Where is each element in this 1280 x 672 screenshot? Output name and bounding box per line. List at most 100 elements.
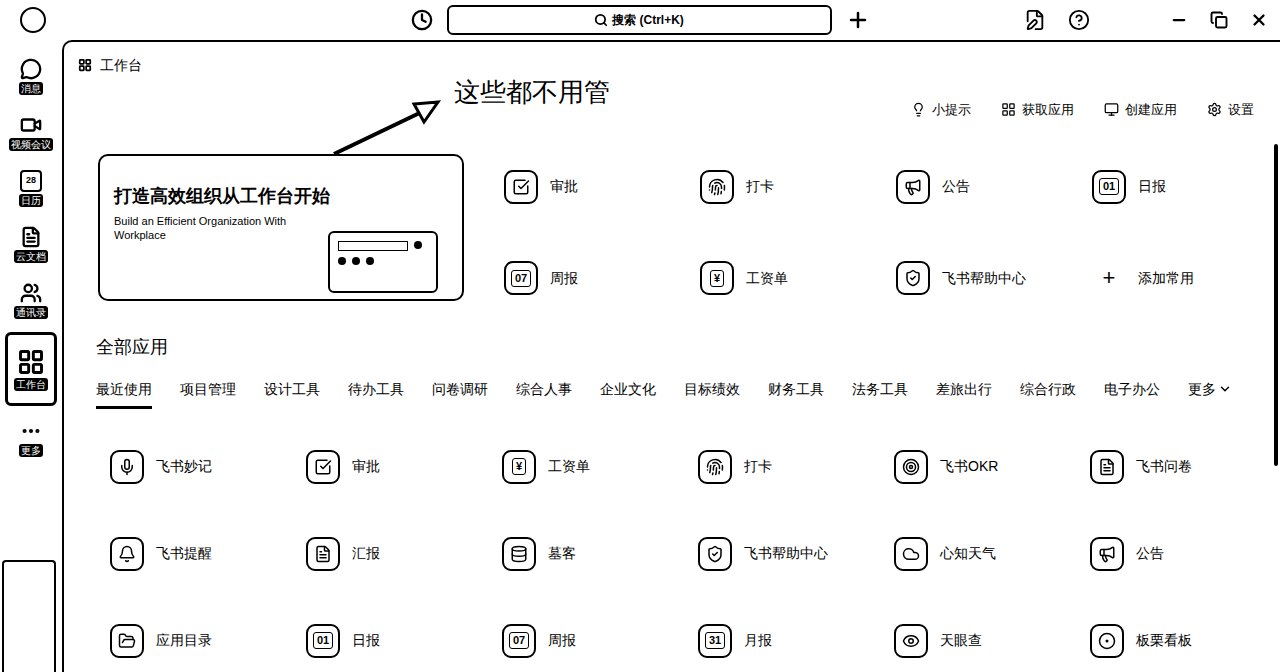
sidebar-item[interactable]: 28日历 — [5, 160, 57, 216]
workbench-panel: 工作台小提示 获取应用 创建应用 设置打造高效组织从工作台开始Build an Eff… — [62, 40, 1280, 672]
category-tab[interactable]: 差旅出行 — [936, 379, 992, 409]
sidebar-item-icon — [20, 420, 42, 442]
app-icon — [896, 170, 930, 204]
app-icon — [700, 170, 734, 204]
category-tab[interactable]: 企业文化 — [600, 379, 656, 409]
category-tab[interactable]: 电子办公 — [1104, 379, 1160, 409]
app-item[interactable]: 飞书帮助中心 — [896, 256, 1092, 301]
app-item[interactable]: 飞书妙记 — [110, 447, 306, 487]
sidebar-item[interactable]: 工作台 — [5, 332, 57, 406]
app-icon — [894, 624, 928, 658]
app-item[interactable]: 飞书问卷 — [1090, 447, 1280, 487]
app-icon — [698, 537, 732, 571]
toolbar-button[interactable]: 设置 — [1207, 100, 1254, 120]
category-tab[interactable]: 最近使用 — [96, 379, 152, 409]
app-item[interactable]: 07周报 — [504, 256, 700, 301]
search-box[interactable]: 搜索 (Ctrl+K) — [447, 5, 832, 35]
app-icon — [698, 450, 732, 484]
app-item[interactable]: 飞书OKR — [894, 447, 1090, 487]
annotation-arrow-icon — [64, 42, 564, 172]
calendar-icon: 28 — [20, 170, 42, 192]
banner[interactable]: 打造高效组织从工作台开始Build an Efficient Organizat… — [98, 154, 464, 301]
toolbar-button[interactable]: 创建应用 — [1104, 100, 1177, 120]
page-header: 工作台 — [78, 54, 1248, 76]
app-icon — [110, 537, 144, 571]
thumbnail[interactable] — [2, 560, 56, 672]
app-item[interactable]: ¥工资单 — [700, 256, 896, 301]
category-tab[interactable]: 综合人事 — [516, 379, 572, 409]
category-tab[interactable]: 综合行政 — [1020, 379, 1076, 409]
app-item[interactable]: 飞书帮助中心 — [698, 534, 894, 574]
minimize-icon[interactable] — [1170, 11, 1188, 29]
toolbar-button[interactable]: 获取应用 — [1001, 100, 1074, 120]
app-item[interactable]: 墓客 — [502, 534, 698, 574]
category-tab[interactable]: 法务工具 — [852, 379, 908, 409]
app-item[interactable]: ¥工资单 — [502, 447, 698, 487]
app-icon — [1090, 624, 1124, 658]
top-bar: 搜索 (Ctrl+K) — [0, 0, 1280, 40]
app-item[interactable]: 天眼查 — [894, 621, 1090, 661]
toolbar-button[interactable]: 小提示 — [911, 100, 971, 120]
app-item[interactable]: 飞书提醒 — [110, 534, 306, 574]
category-tab[interactable]: 问卷调研 — [432, 379, 488, 409]
category-tab[interactable]: 待办工具 — [348, 379, 404, 409]
app-icon — [306, 450, 340, 484]
help-icon[interactable] — [1068, 9, 1090, 31]
app-item[interactable]: 公告 — [896, 165, 1092, 210]
scrollbar[interactable] — [1274, 144, 1278, 466]
history-icon[interactable] — [411, 9, 433, 31]
app-icon — [1090, 537, 1124, 571]
app-icon: 07 — [502, 624, 536, 658]
sidebar-item[interactable]: 更多 — [5, 410, 57, 466]
app-icon — [306, 537, 340, 571]
app-item[interactable]: 31月报 — [698, 621, 894, 661]
app-item[interactable]: 板栗看板 — [1090, 621, 1280, 661]
restore-icon[interactable] — [1210, 11, 1228, 29]
notes-icon[interactable] — [1024, 9, 1046, 31]
app-item[interactable]: 01日报 — [306, 621, 502, 661]
app-item[interactable]: 公告 — [1090, 534, 1280, 574]
category-tab[interactable]: 目标绩效 — [684, 379, 740, 409]
avatar-icon[interactable] — [20, 7, 46, 33]
category-tab[interactable]: 财务工具 — [768, 379, 824, 409]
app-item[interactable]: 07周报 — [502, 621, 698, 661]
app-item[interactable]: 01日报 — [1092, 165, 1280, 210]
category-tab[interactable]: 设计工具 — [264, 379, 320, 409]
category-tab[interactable]: 项目管理 — [180, 379, 236, 409]
app-item[interactable]: 审批 — [306, 447, 502, 487]
app-icon — [502, 537, 536, 571]
app-icon — [896, 261, 930, 295]
category-tabs: 最近使用项目管理设计工具待办工具问卷调研综合人事企业文化目标绩效财务工具法务工具… — [96, 375, 1248, 409]
app-item[interactable]: 审批 — [504, 165, 700, 210]
sidebar-item-icon — [20, 58, 42, 80]
workbench-icon — [78, 58, 92, 72]
toolbar: 小提示 获取应用 创建应用 设置 — [96, 100, 1254, 120]
sidebar-item[interactable]: 消息 — [5, 48, 57, 104]
annotation: 这些都不用管 — [454, 76, 610, 108]
banner-illustration-icon — [328, 231, 438, 293]
close-icon[interactable] — [1250, 11, 1268, 29]
app-item[interactable]: 心知天气 — [894, 534, 1090, 574]
app-item[interactable]: 汇报 — [306, 534, 502, 574]
app-item[interactable]: 打卡 — [698, 447, 894, 487]
plus-icon[interactable] — [846, 8, 870, 32]
app-icon: ¥ — [700, 261, 734, 295]
sidebar-item-icon — [20, 114, 42, 136]
app-icon: 31 — [698, 624, 732, 658]
app-icon — [894, 537, 928, 571]
app-item[interactable]: +添加常用 — [1092, 256, 1280, 301]
sidebar-item-icon — [17, 348, 45, 376]
app-icon: 01 — [1092, 170, 1126, 204]
app-item[interactable]: 打卡 — [700, 165, 896, 210]
chevron-down-icon — [1218, 382, 1232, 396]
more-tab[interactable]: 更多 — [1188, 379, 1232, 409]
search-icon — [594, 13, 608, 27]
sidebar-item[interactable]: 视频会议 — [5, 104, 57, 160]
app-icon — [110, 450, 144, 484]
sidebar-item[interactable]: 通讯录 — [5, 272, 57, 328]
app-item[interactable]: 应用目录 — [110, 621, 306, 661]
common-apps: 审批打卡公告01日报 07周报¥工资单飞书帮助中心+添加常用 — [504, 154, 1280, 301]
app-icon — [1090, 450, 1124, 484]
sidebar: 消息视频会议28日历云文档通讯录工作台更多 — [0, 40, 62, 672]
sidebar-item[interactable]: 云文档 — [5, 216, 57, 272]
